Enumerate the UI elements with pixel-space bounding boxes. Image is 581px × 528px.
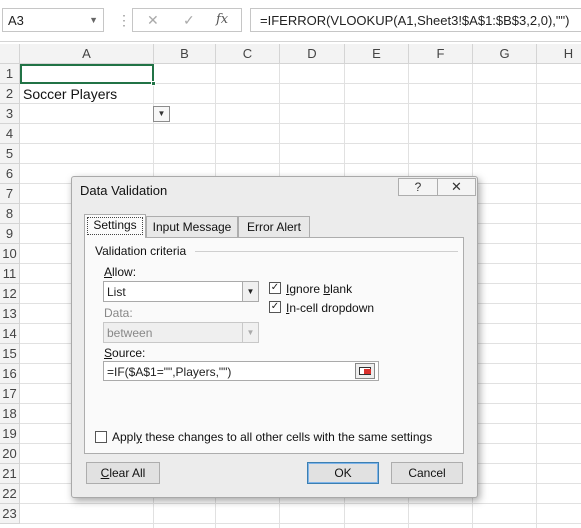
cell-a2[interactable]: Soccer Players <box>23 86 117 102</box>
row-header[interactable]: 10 <box>0 244 20 264</box>
column-headers: A B C D E F G H <box>0 44 581 64</box>
clear-all-button[interactable]: Clear All <box>86 462 160 484</box>
apply-to-all-label: Apply these changes to all other cells w… <box>112 430 432 444</box>
formula-input[interactable]: =IFERROR(VLOOKUP(A1,Sheet3!$A$1:$B$3,2,0… <box>250 8 581 32</box>
data-select: between ▼ <box>103 322 259 343</box>
row-header[interactable]: 22 <box>0 484 20 504</box>
column-header-d[interactable]: D <box>280 44 345 64</box>
row-header[interactable]: 18 <box>0 404 20 424</box>
row-header[interactable]: 5 <box>0 144 20 164</box>
row-header[interactable]: 21 <box>0 464 20 484</box>
name-box-value: A3 <box>8 13 24 28</box>
close-button[interactable]: ✕ <box>438 178 476 196</box>
apply-text-a: Appl <box>112 430 137 444</box>
row-header[interactable]: 4 <box>0 124 20 144</box>
apply-text-b: these changes to all other cells with th… <box>142 430 433 444</box>
row-header[interactable]: 9 <box>0 224 20 244</box>
row-header[interactable]: 16 <box>0 364 20 384</box>
chevron-down-icon[interactable]: ▼ <box>89 15 98 25</box>
gridline <box>20 163 581 164</box>
apply-to-all-checkbox[interactable] <box>95 431 107 443</box>
help-button[interactable]: ? <box>398 178 438 196</box>
in-cell-text: n-cell dropdown <box>289 301 375 315</box>
chevron-down-icon[interactable]: ▼ <box>242 282 258 301</box>
source-text: ource: <box>112 346 146 360</box>
row-header[interactable]: 20 <box>0 444 20 464</box>
data-select-value: between <box>107 326 153 340</box>
row-header[interactable]: 13 <box>0 304 20 324</box>
row-header[interactable]: 14 <box>0 324 20 344</box>
column-header-c[interactable]: C <box>216 44 280 64</box>
select-all-corner[interactable] <box>0 44 20 64</box>
tab-input-message[interactable]: Input Message <box>146 216 238 238</box>
column-header-f[interactable]: F <box>409 44 473 64</box>
column-header-h[interactable]: H <box>537 44 581 64</box>
allow-label: Allow: <box>104 265 136 279</box>
allow-select[interactable]: List ▼ <box>103 281 259 302</box>
formula-bar: A3 ▼ ⋮ ✕ ✓ fx =IFERROR(VLOOKUP(A1,Sheet3… <box>0 0 581 42</box>
name-box[interactable]: A3 ▼ <box>2 8 104 32</box>
insert-function-icon[interactable]: fx <box>216 12 228 27</box>
formula-buttons: ✕ ✓ fx <box>132 8 242 32</box>
clear-all-accel: C <box>100 466 110 480</box>
gridline <box>20 503 581 504</box>
ignore-blank-label: Ignore blank <box>286 282 352 296</box>
source-input-value: =IF($A$1="",Players,"") <box>107 365 232 379</box>
cell-dropdown-button[interactable]: ▼ <box>153 106 170 122</box>
column-header-a[interactable]: A <box>20 44 154 64</box>
gridline <box>20 123 581 124</box>
settings-panel: Validation criteria Allow: List ▼ ✓ Igno… <box>84 237 464 454</box>
row-header[interactable]: 8 <box>0 204 20 224</box>
source-accel: S <box>104 346 113 360</box>
in-cell-dropdown-checkbox[interactable]: ✓ <box>269 301 281 313</box>
validation-criteria-label: Validation criteria <box>95 244 187 258</box>
group-divider <box>195 251 458 252</box>
chevron-down-icon: ▼ <box>242 323 258 342</box>
ignore-blank-checkbox[interactable]: ✓ <box>269 282 281 294</box>
fill-handle[interactable] <box>151 81 156 86</box>
row-header[interactable]: 17 <box>0 384 20 404</box>
row-header[interactable]: 1 <box>0 64 20 84</box>
cancel-icon[interactable]: ✕ <box>147 12 159 29</box>
row-header[interactable]: 12 <box>0 284 20 304</box>
row-header[interactable]: 7 <box>0 184 20 204</box>
row-header[interactable]: 19 <box>0 424 20 444</box>
ignore-blank-text-b: lank <box>330 282 353 296</box>
data-label: Data: <box>104 306 133 320</box>
range-select-icon-accent <box>364 369 371 374</box>
source-label: Source: <box>104 346 145 360</box>
in-cell-dropdown-label: In-cell dropdown <box>286 301 374 315</box>
row-header[interactable]: 2 <box>0 84 20 104</box>
gridline <box>20 523 581 524</box>
column-header-g[interactable]: G <box>473 44 537 64</box>
data-validation-dialog: Data Validation ? ✕ Settings Input Messa… <box>71 176 478 498</box>
row-header[interactable]: 11 <box>0 264 20 284</box>
tab-error-alert[interactable]: Error Alert <box>238 216 310 238</box>
column-header-b[interactable]: B <box>154 44 216 64</box>
enter-icon[interactable]: ✓ <box>183 12 195 29</box>
column-header-e[interactable]: E <box>345 44 409 64</box>
dialog-title: Data Validation <box>80 183 168 198</box>
source-input[interactable]: =IF($A$1="",Players,"") <box>103 361 379 381</box>
vertical-dots-icon: ⋮ <box>117 12 131 28</box>
clear-all-text: lear All <box>109 466 146 480</box>
cancel-button[interactable]: Cancel <box>391 462 463 484</box>
allow-select-value: List <box>107 285 126 299</box>
row-header[interactable]: 23 <box>0 504 20 524</box>
row-header[interactable]: 3 <box>0 104 20 124</box>
ok-button[interactable]: OK <box>307 462 379 484</box>
row-header[interactable]: 15 <box>0 344 20 364</box>
gridline <box>20 143 581 144</box>
allow-label-accel: A <box>104 265 113 279</box>
gridline <box>20 103 581 104</box>
collapse-dialog-button[interactable] <box>355 363 375 379</box>
tab-settings[interactable]: Settings <box>84 214 146 238</box>
allow-label-text: llow: <box>112 265 137 279</box>
row-header[interactable]: 6 <box>0 164 20 184</box>
selected-cell-outline <box>20 64 154 84</box>
ignore-blank-text-a: gnore <box>289 282 324 296</box>
formula-text: =IFERROR(VLOOKUP(A1,Sheet3!$A$1:$B$3,2,0… <box>260 13 570 28</box>
gridline <box>536 64 537 528</box>
